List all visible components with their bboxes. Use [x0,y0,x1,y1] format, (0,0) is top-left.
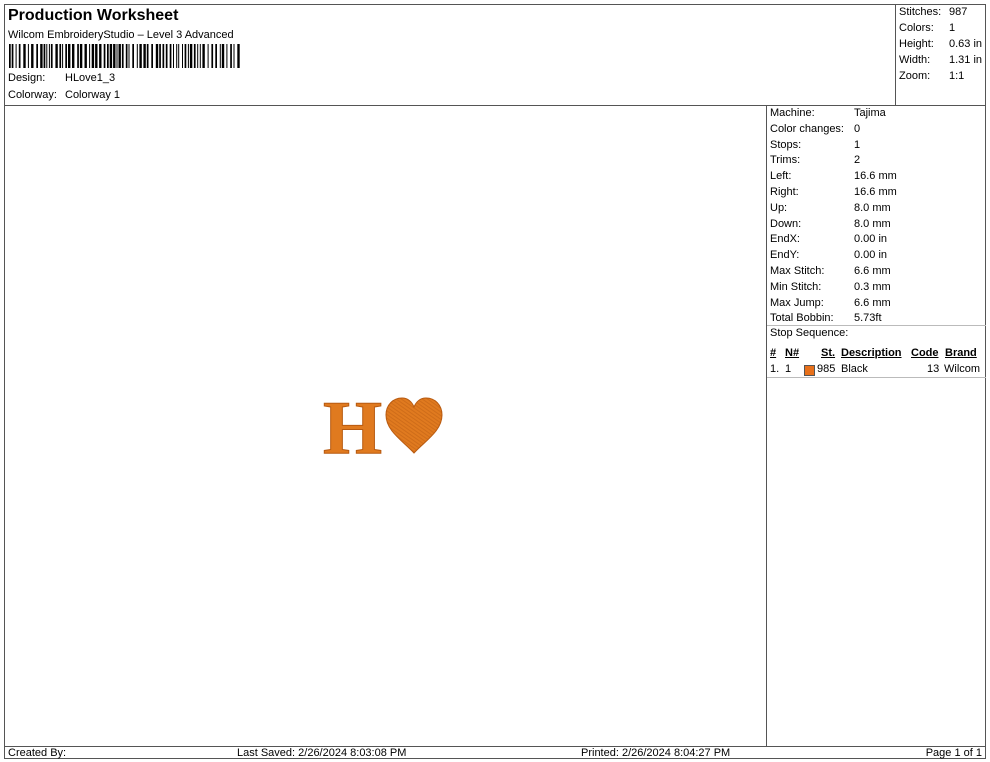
heart-icon [385,397,443,454]
last-saved: Last Saved: 2/26/2024 8:03:08 PM [237,747,407,759]
stat-colors: Colors: 1 [899,22,956,34]
property-value: 2 [854,154,861,167]
property-value: 5.73ft [854,312,882,325]
stats-box: Stitches: 987 Colors: 1 Height: 0.63 in Wid… [895,5,986,106]
property-value: 0.00 in [854,233,888,246]
page-number: Page 1 of 1 [925,747,982,759]
worksheet-header: Production Worksheet Wilcom EmbroiderySt… [5,5,895,106]
divider [767,325,986,326]
design-value: HLove1_3 [65,72,116,84]
property-label: Left: [770,170,792,183]
col-code-header: Code [911,347,939,359]
property-label: Trims: [770,154,801,167]
property-row: Min Stitch: 0.3 mm [770,281,891,296]
property-row: Trims: 2 [770,154,860,169]
design-label: Design: [8,72,46,84]
embroidery-canvas: H [323,386,443,471]
property-value: 6.6 mm [854,296,891,309]
colorway-label: Colorway: [8,89,57,101]
stat-zoom: Zoom: 1:1 [899,70,965,82]
colorway-value: Colorway 1 [65,89,121,101]
software-name: Wilcom EmbroideryStudio – Level 3 Advanc… [8,29,234,41]
properties-panel: Machine: Tajima Color changes: 0 Stops: 1 Trim… [766,105,986,746]
design-row: Design: HLove1_3 [8,72,115,84]
property-label: Down: [770,217,802,230]
property-value: 1 [854,138,861,151]
property-value: 6.6 mm [854,265,891,277]
design-preview: H [5,105,766,746]
property-row: Right: 16.6 mm [770,186,897,201]
property-label: EndY: [770,249,800,262]
property-row: EndX: 0.00 in [770,233,887,248]
property-label: Right: [770,186,799,198]
property-row: Max Jump: 6.6 mm [770,297,891,312]
created-by: Created By: [8,747,67,759]
property-label: EndX: [770,233,800,246]
property-label: Color changes: [770,122,844,135]
property-value: 16.6 mm [854,186,897,198]
property-label: Min Stitch: [770,280,822,293]
divider [767,377,986,378]
property-row: Left: 16.6 mm [770,170,897,185]
property-value: 8.0 mm [854,201,891,214]
worksheet-footer: Created By: Last Saved: 2/26/2024 8:03:0… [5,746,985,760]
property-value: 0 [854,122,861,135]
property-label: Total Bobbin: [770,312,834,325]
property-row: Stops: 1 [770,139,860,154]
col-description-header: Description [841,347,902,359]
embroidered-letter: H [323,386,382,470]
worksheet-frame: Production Worksheet Wilcom EmbroiderySt… [4,4,986,759]
property-value: 16.6 mm [854,170,897,183]
barcode [9,44,240,68]
stat-height: Height: 0.63 in [899,38,983,50]
property-label: Machine: [770,107,815,119]
property-label: Stops: [770,138,802,151]
page-title: Production Worksheet [8,7,179,24]
property-row: Machine: Tajima [770,107,886,122]
property-row: EndY: 0.00 in [770,249,887,264]
property-label: Max Stitch: [770,265,825,277]
property-row: Up: 8.0 mm [770,202,891,217]
col-needle-header: N# [785,347,800,359]
property-label: Up: [770,201,788,214]
stat-width: Width: 1.31 in [899,54,983,66]
col-brand-header: Brand [945,347,977,359]
property-value: 0.3 mm [854,280,891,293]
stat-stitches: Stitches: 987 [899,6,968,18]
property-row: Max Stitch: 6.6 mm [770,265,891,280]
property-value: Tajima [854,107,886,119]
colorway-row: Colorway: Colorway 1 [8,89,120,101]
col-index-header: # [770,347,777,359]
property-row: Down: 8.0 mm [770,218,891,233]
printed-date: Printed: 2/26/2024 8:04:27 PM [581,747,731,759]
property-value: 8.0 mm [854,217,891,230]
property-label: Max Jump: [770,296,824,309]
stop-sequence-title: Stop Sequence: [770,327,849,339]
col-stitches-header: St. [821,347,836,359]
thread-color-swatch [804,365,815,376]
property-value: 0.00 in [854,249,888,262]
property-row: Color changes: 0 [770,123,860,138]
